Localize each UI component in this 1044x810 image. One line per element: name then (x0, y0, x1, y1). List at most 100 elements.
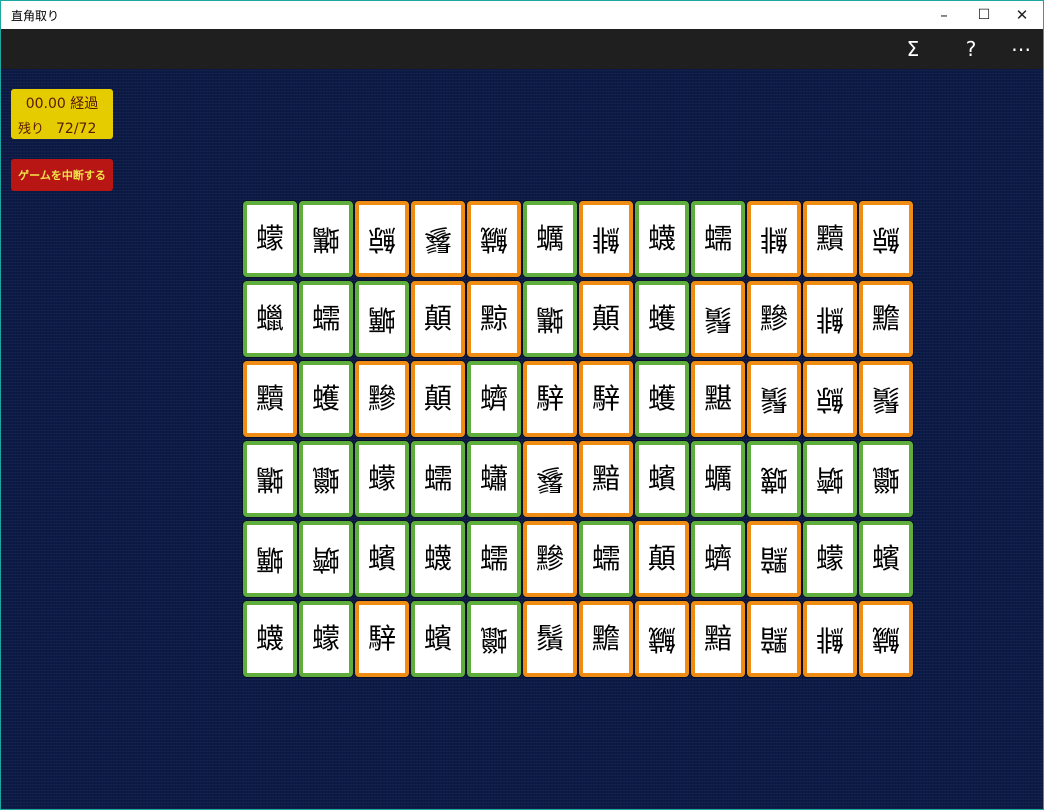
tile[interactable]: 蠣 (355, 281, 409, 357)
tile-glyph: 鯡 (815, 623, 844, 656)
tile[interactable]: 蠛 (747, 441, 801, 517)
tile[interactable]: 蠕 (691, 201, 745, 277)
tile[interactable]: 鱥 (859, 601, 913, 677)
title-bar[interactable]: 直角取り – ☐ ✕ (1, 1, 1043, 29)
tile[interactable]: 黯 (579, 441, 633, 517)
tile[interactable]: 鬚 (747, 361, 801, 437)
tile[interactable]: 蠵 (243, 441, 297, 517)
tile[interactable]: 蠓 (803, 521, 857, 597)
tile[interactable]: 蠙 (355, 521, 409, 597)
tile-glyph: 蠵 (255, 463, 284, 496)
tile[interactable]: 蠟 (859, 441, 913, 517)
tile[interactable]: 蠙 (411, 601, 465, 677)
tile[interactable]: 黲 (523, 521, 577, 597)
tile[interactable]: 顛 (579, 281, 633, 357)
tile[interactable]: 鬚 (691, 281, 745, 357)
tile-glyph: 黲 (535, 542, 564, 575)
tile-glyph: 顛 (423, 382, 452, 415)
tile[interactable]: 鯡 (579, 201, 633, 277)
tile[interactable]: 鯡 (747, 201, 801, 277)
tile[interactable]: 蠟 (299, 441, 353, 517)
tile[interactable]: 黯 (747, 521, 801, 597)
tile[interactable]: 蠕 (411, 441, 465, 517)
tile-glyph: 蠛 (647, 222, 676, 255)
tile[interactable]: 黥 (467, 281, 521, 357)
close-button[interactable]: ✕ (999, 1, 1043, 29)
tile[interactable]: 蠣 (243, 521, 297, 597)
tile[interactable]: 鬖 (411, 201, 465, 277)
tile[interactable]: 蠨 (467, 441, 521, 517)
tile[interactable]: 黷 (803, 201, 857, 277)
tile[interactable]: 蠕 (467, 521, 521, 597)
tile[interactable]: 蠣 (691, 441, 745, 517)
abort-game-button[interactable]: ゲームを中断する (11, 159, 113, 191)
tile[interactable]: 鯨 (859, 201, 913, 277)
tile[interactable]: 鯡 (803, 281, 857, 357)
tile[interactable]: 蠖 (299, 361, 353, 437)
tile[interactable]: 顛 (411, 361, 465, 437)
tile-glyph: 蠕 (311, 302, 340, 335)
tile[interactable]: 蠵 (299, 201, 353, 277)
help-button[interactable]: ? (943, 29, 999, 69)
tile[interactable]: 顛 (635, 521, 689, 597)
tile[interactable]: 黲 (355, 361, 409, 437)
tile[interactable]: 蠖 (635, 361, 689, 437)
tile[interactable]: 黯 (747, 601, 801, 677)
tile[interactable]: 黵 (579, 601, 633, 677)
tile[interactable]: 騂 (579, 361, 633, 437)
tile[interactable]: 蠟 (467, 601, 521, 677)
tile-glyph: 騂 (367, 622, 396, 655)
tile[interactable]: 顛 (411, 281, 465, 357)
tile[interactable]: 鱥 (467, 201, 521, 277)
tile[interactable]: 蠐 (803, 441, 857, 517)
tile-glyph: 黮 (703, 382, 732, 415)
tile[interactable]: 鬚 (859, 361, 913, 437)
tile-glyph: 鬖 (535, 463, 564, 496)
tile-glyph: 蠓 (367, 462, 396, 495)
tile[interactable]: 鬚 (523, 601, 577, 677)
tile[interactable]: 蠓 (299, 601, 353, 677)
tile[interactable]: 鯨 (355, 201, 409, 277)
tile[interactable]: 蠐 (299, 521, 353, 597)
tile[interactable]: 黵 (859, 281, 913, 357)
tile[interactable]: 蠕 (299, 281, 353, 357)
tile-glyph: 蠖 (311, 382, 340, 415)
tile[interactable]: 鯡 (803, 601, 857, 677)
tile[interactable]: 蠕 (579, 521, 633, 597)
tile-glyph: 鯡 (591, 223, 620, 256)
tile[interactable]: 騂 (355, 601, 409, 677)
tile[interactable]: 蠛 (635, 201, 689, 277)
tile[interactable]: 鯨 (803, 361, 857, 437)
tile[interactable]: 蠓 (355, 441, 409, 517)
tile[interactable]: 蠛 (411, 521, 465, 597)
tile[interactable]: 黲 (747, 281, 801, 357)
tile-glyph: 鬚 (535, 622, 564, 655)
tile-glyph: 黷 (815, 222, 844, 255)
tile[interactable]: 騂 (523, 361, 577, 437)
tile[interactable]: 蠵 (523, 281, 577, 357)
tile-glyph: 鯨 (367, 223, 396, 256)
tile[interactable]: 蠖 (635, 281, 689, 357)
tile-glyph: 顛 (423, 302, 452, 335)
tile-grid: 蠓蠵鯨鬖鱥蠣鯡蠛蠕鯡黷鯨蠟蠕蠣顛黥蠵顛蠖鬚黲鯡黵黷蠖黲顛蠐騂騂蠖黮鬚鯨鬚蠵蠟蠓蠕… (243, 201, 915, 681)
tile-glyph: 蠕 (479, 542, 508, 575)
tile-glyph: 蠓 (815, 542, 844, 575)
minimize-icon: – (940, 6, 948, 24)
tile[interactable]: 蠛 (243, 601, 297, 677)
tile[interactable]: 黷 (243, 361, 297, 437)
tile[interactable]: 鱥 (635, 601, 689, 677)
tile-glyph: 蠟 (479, 623, 508, 656)
tile[interactable]: 蠟 (243, 281, 297, 357)
tile[interactable]: 蠙 (859, 521, 913, 597)
tile[interactable]: 蠣 (523, 201, 577, 277)
tile[interactable]: 蠐 (467, 361, 521, 437)
tile[interactable]: 蠐 (691, 521, 745, 597)
tile[interactable]: 黮 (691, 361, 745, 437)
tile[interactable]: 蠓 (243, 201, 297, 277)
more-button[interactable]: ⋯ (993, 29, 1043, 69)
tile[interactable]: 黯 (691, 601, 745, 677)
tile[interactable]: 鬖 (523, 441, 577, 517)
tile[interactable]: 蠙 (635, 441, 689, 517)
tile-glyph: 鬖 (423, 223, 452, 256)
statistics-button[interactable]: Σ (885, 29, 941, 69)
